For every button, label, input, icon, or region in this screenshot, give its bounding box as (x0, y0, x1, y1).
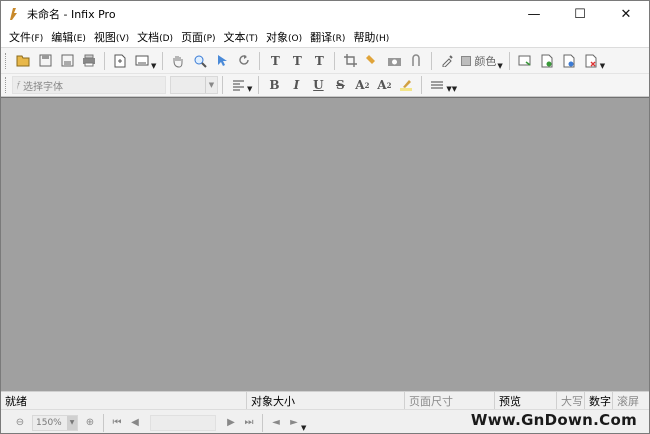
toolbar-separator (259, 51, 261, 70)
page-number-field[interactable] (150, 414, 216, 431)
eyedropper-icon[interactable] (436, 51, 458, 71)
text-frame-icon[interactable]: T (286, 51, 308, 71)
page-setup-icon[interactable] (131, 51, 153, 71)
window-title: 未命名 - Infix Pro (27, 8, 116, 21)
zoom-selector[interactable]: 150% ▼ (32, 414, 78, 431)
hand-tool-icon[interactable] (167, 51, 189, 71)
link-icon[interactable] (405, 51, 427, 71)
main-toolbar: ▼ T T T 颜色 ▼ ▼ (1, 47, 649, 73)
toolbar-separator (162, 51, 164, 70)
dropdown-arrow-icon[interactable]: ▼ (301, 424, 306, 432)
crop-icon[interactable] (339, 51, 361, 71)
minimize-button[interactable]: — (511, 1, 557, 27)
document-workspace[interactable] (1, 97, 649, 391)
zoom-value: 150% (36, 417, 62, 428)
align-left-icon[interactable] (227, 75, 249, 95)
import-icon[interactable] (514, 51, 536, 71)
last-page-icon[interactable]: ⏭ (240, 414, 258, 432)
superscript-button[interactable]: A2 (351, 75, 373, 95)
window-controls: — ☐ ✕ (511, 1, 649, 27)
toolbar-separator (258, 76, 260, 94)
select-arrow-icon[interactable] (211, 51, 233, 71)
chevron-down-icon[interactable]: ▼ (67, 415, 77, 430)
dropdown-arrow-icon[interactable]: ▼ (452, 85, 457, 93)
menu-object[interactable]: 对象(O) (266, 29, 302, 45)
menu-edit[interactable]: 编辑(E) (51, 29, 86, 45)
line-style-icon[interactable] (426, 75, 448, 95)
italic-button[interactable]: I (285, 75, 307, 95)
font-placeholder: 选择字体 (22, 81, 63, 93)
toolbar-separator (334, 51, 336, 70)
menu-document[interactable]: 文档(D) (137, 29, 173, 45)
open-folder-icon[interactable] (12, 51, 34, 71)
toolbar-grip[interactable] (5, 52, 8, 69)
previous-page-icon[interactable]: ◀ (126, 414, 144, 432)
back-view-icon[interactable]: ◄ (267, 414, 285, 432)
title-bar: 未命名 - Infix Pro — ☐ ✕ (1, 1, 649, 27)
toolbar-separator (431, 51, 433, 70)
status-caps: 大写 (557, 391, 585, 410)
strikethrough-button[interactable]: S (329, 75, 351, 95)
zoom-icon[interactable] (189, 51, 211, 71)
app-window: 未命名 - Infix Pro — ☐ ✕ 文件(F) 编辑(E) 视图(V) … (0, 0, 650, 434)
menu-text[interactable]: 文本(T) (224, 29, 259, 45)
text-edit-icon[interactable]: T (308, 51, 330, 71)
font-selector[interactable]: 𝔣 选择字体 (12, 76, 166, 94)
dropdown-arrow-icon[interactable]: ▼ (151, 62, 156, 70)
format-toolbar: 𝔣 选择字体 ▼ ▼ B I U S A2 A2 ▼ ▼ (1, 73, 649, 97)
camera-icon[interactable] (383, 51, 405, 71)
stamp-icon[interactable] (361, 51, 383, 71)
status-preview: 预览 (495, 391, 557, 410)
rotate-icon[interactable] (233, 51, 255, 71)
dropdown-arrow-icon[interactable]: ▼ (247, 85, 252, 93)
toolbar-grip[interactable] (5, 77, 8, 93)
status-object-size: 对象大小 (247, 391, 405, 410)
save-icon[interactable] (34, 51, 56, 71)
menu-translate[interactable]: 翻译(R) (310, 29, 345, 45)
zoom-out-icon[interactable]: ⊖ (11, 414, 29, 432)
new-document-icon[interactable] (109, 51, 131, 71)
status-num: 数字 (585, 391, 613, 410)
toolbar-separator (508, 51, 510, 70)
zoom-in-icon[interactable]: ⊕ (81, 414, 99, 432)
close-button[interactable]: ✕ (603, 1, 649, 27)
font-icon: 𝔣 (16, 79, 19, 91)
toolbar-separator (222, 76, 223, 94)
delete-page-icon[interactable] (580, 51, 602, 71)
menu-bar: 文件(F) 编辑(E) 视图(V) 文档(D) 页面(P) 文本(T) 对象(O… (1, 27, 649, 47)
text-tool-icon[interactable]: T (264, 51, 286, 71)
watermark-text: Www.GnDown.Com (470, 411, 637, 429)
next-page-icon[interactable]: ▶ (222, 414, 240, 432)
toolbar-separator (103, 413, 104, 432)
highlight-icon[interactable] (395, 75, 417, 95)
print-icon[interactable] (78, 51, 100, 71)
dropdown-arrow-icon[interactable]: ▼ (497, 62, 502, 70)
menu-help[interactable]: 帮助(H) (353, 29, 389, 45)
toolbar-separator (262, 413, 263, 432)
infix-logo-icon (7, 7, 21, 21)
font-size-selector[interactable]: ▼ (170, 76, 218, 94)
color-swatch[interactable] (461, 55, 472, 66)
status-bar: 就绪 对象大小 页面尺寸 预览 大写 数字 滚屏 (1, 391, 649, 410)
dropdown-arrow-icon[interactable]: ▼ (600, 62, 605, 70)
maximize-button[interactable]: ☐ (557, 1, 603, 27)
color-label[interactable]: 颜色 (474, 53, 496, 69)
insert-page-icon[interactable] (558, 51, 580, 71)
bold-button[interactable]: B (263, 75, 285, 95)
first-page-icon[interactable]: ⏮ (108, 414, 126, 432)
status-page-size: 页面尺寸 (405, 391, 495, 410)
underline-button[interactable]: U (307, 75, 329, 95)
export-page-icon[interactable] (536, 51, 558, 71)
subscript-button[interactable]: A2 (373, 75, 395, 95)
save-as-icon[interactable] (56, 51, 78, 71)
toolbar-separator (104, 51, 105, 70)
menu-page[interactable]: 页面(P) (181, 29, 215, 45)
status-scroll: 滚屏 (617, 394, 639, 408)
chevron-down-icon[interactable]: ▼ (205, 77, 217, 93)
toolbar-separator (421, 76, 423, 94)
menu-file[interactable]: 文件(F) (9, 29, 43, 45)
status-ready: 就绪 (1, 391, 247, 410)
menu-view[interactable]: 视图(V) (94, 29, 129, 45)
